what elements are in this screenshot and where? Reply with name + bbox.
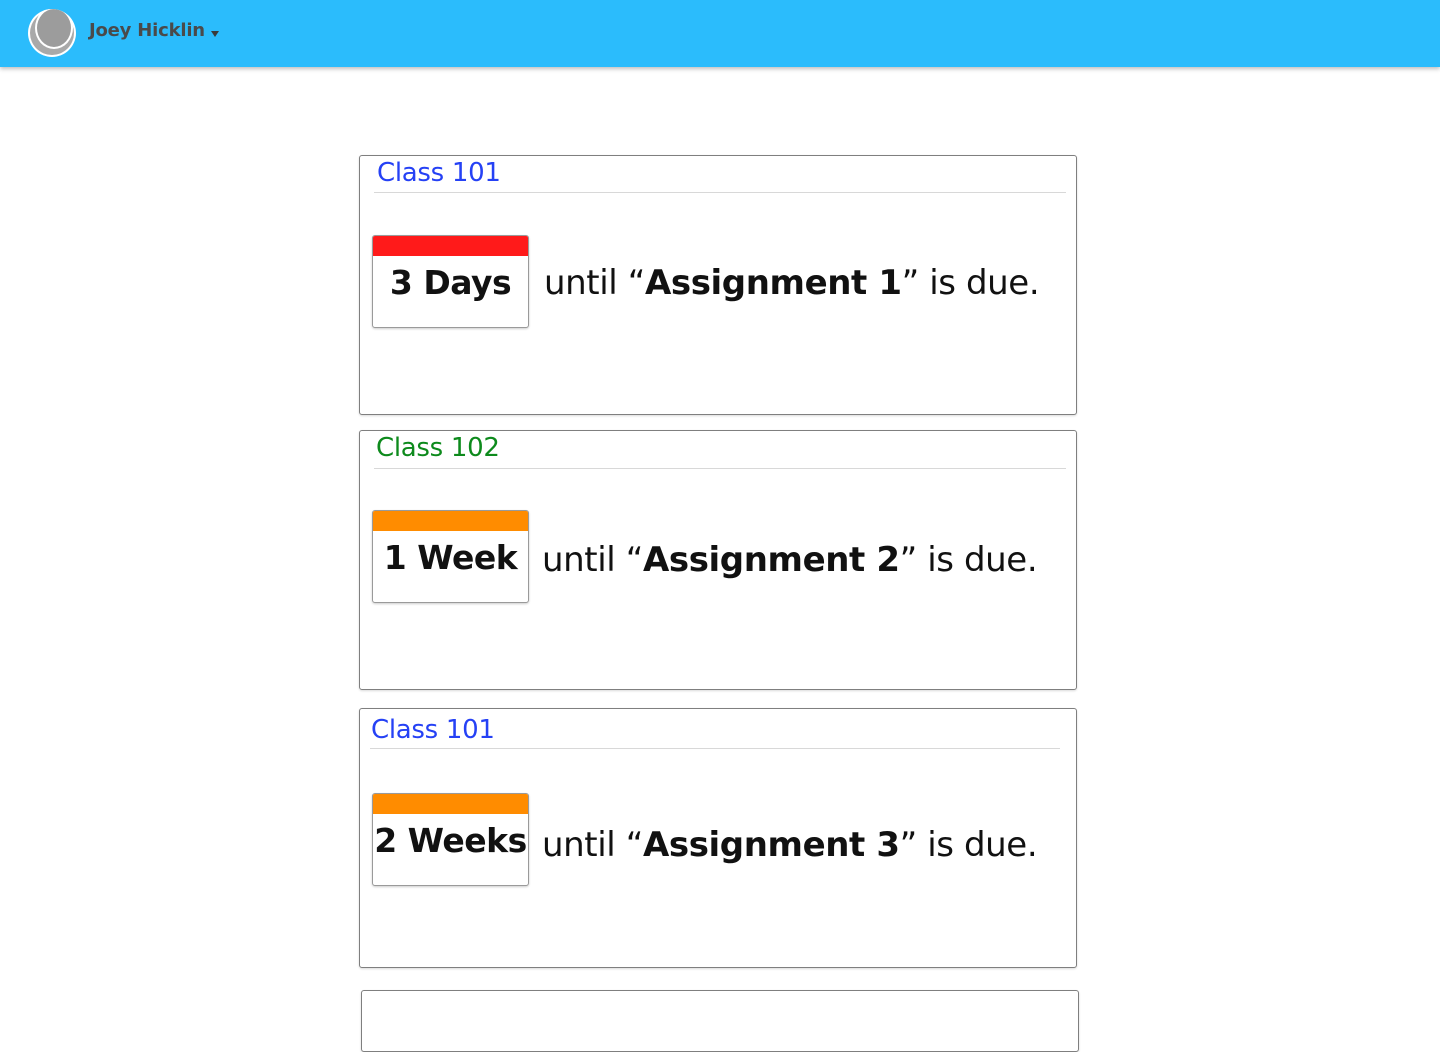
due-countdown-calendar-icon: 2 Weeks bbox=[372, 793, 529, 886]
assignment-card[interactable]: Class 102 1 Week until “Assignment 2” is… bbox=[359, 430, 1077, 690]
urgency-bar bbox=[373, 794, 528, 814]
due-countdown-calendar-icon: 1 Week bbox=[372, 510, 529, 603]
user-name[interactable]: Joey Hicklin bbox=[89, 20, 205, 41]
countdown-label: 1 Week bbox=[383, 538, 518, 577]
urgency-bar bbox=[373, 511, 528, 531]
due-prefix: until “ bbox=[544, 263, 645, 303]
urgency-bar bbox=[373, 236, 528, 256]
card-divider bbox=[374, 468, 1066, 469]
due-countdown-calendar-icon: 3 Days bbox=[372, 235, 529, 328]
card-divider bbox=[370, 748, 1060, 749]
due-prefix: until “ bbox=[542, 825, 643, 865]
due-suffix: ” is due. bbox=[899, 825, 1038, 865]
assignment-card[interactable]: Class 101 2 Weeks until “Assignment 3” i… bbox=[359, 708, 1077, 968]
due-message: until “Assignment 1” is due. bbox=[544, 261, 1040, 305]
due-suffix: ” is due. bbox=[899, 540, 1038, 580]
countdown-label: 2 Weeks bbox=[374, 821, 527, 860]
assignment-card[interactable]: Class 101 3 Days until “Assignment 1” is… bbox=[359, 155, 1077, 415]
assignment-name[interactable]: Assignment 1 bbox=[645, 263, 902, 303]
assignment-name[interactable]: Assignment 3 bbox=[643, 825, 900, 865]
top-bar: Joey Hicklin bbox=[0, 0, 1440, 67]
user-avatar-icon[interactable] bbox=[28, 9, 76, 57]
class-name: Class 101 bbox=[371, 715, 495, 745]
user-menu-chevron-down-icon[interactable] bbox=[211, 31, 219, 37]
due-message: until “Assignment 2” is due. bbox=[542, 538, 1038, 582]
due-suffix: ” is due. bbox=[901, 263, 1040, 303]
countdown-label: 3 Days bbox=[389, 263, 512, 302]
due-prefix: until “ bbox=[542, 540, 643, 580]
assignment-name[interactable]: Assignment 2 bbox=[643, 540, 900, 580]
card-divider bbox=[374, 192, 1066, 193]
assignment-card-partial[interactable] bbox=[361, 990, 1079, 1052]
avatar-head bbox=[35, 9, 73, 49]
class-name: Class 102 bbox=[376, 433, 500, 463]
due-message: until “Assignment 3” is due. bbox=[542, 823, 1038, 867]
class-name: Class 101 bbox=[377, 158, 501, 188]
